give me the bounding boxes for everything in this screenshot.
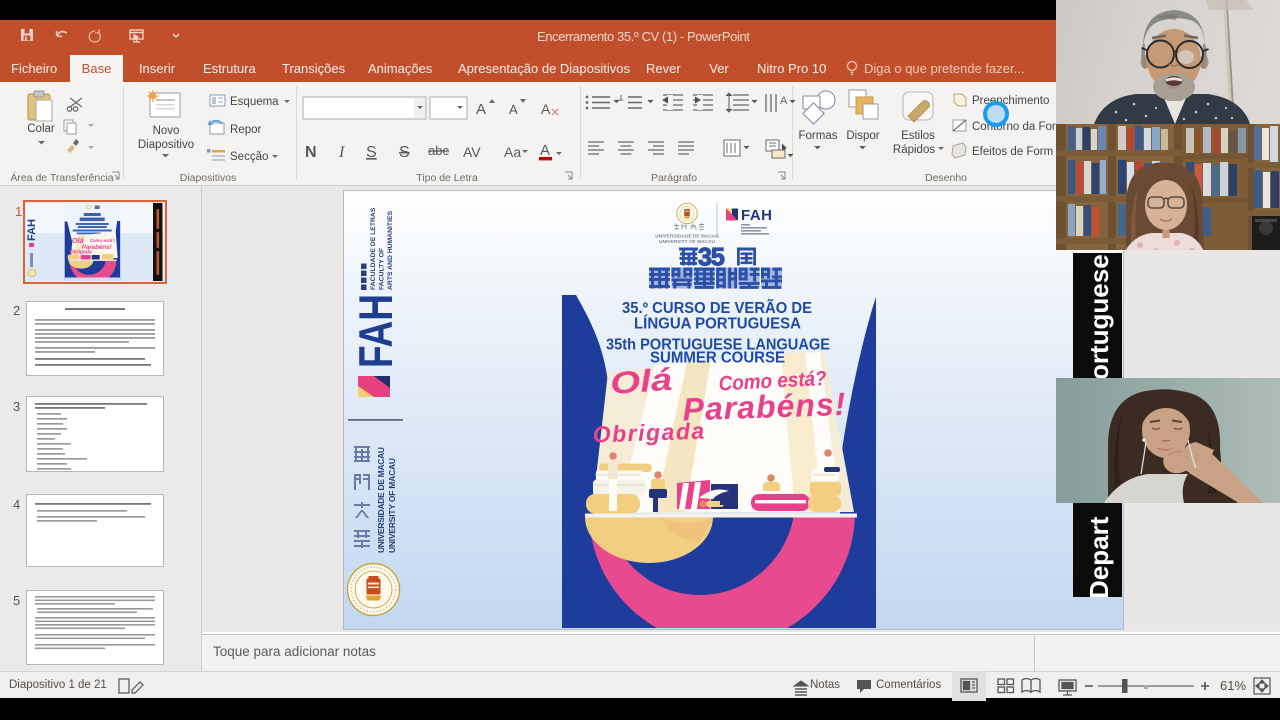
svg-text:I: I [338, 144, 345, 161]
svg-text:S: S [399, 144, 410, 161]
svg-text:FAH: FAH [26, 219, 38, 241]
svg-text:Formas: Formas [799, 130, 838, 142]
svg-text:Secção: Secção [230, 151, 268, 163]
svg-text:S: S [366, 144, 377, 161]
svg-text:Como está?: Como está? [90, 238, 115, 243]
svg-text:FAH: FAH [349, 294, 402, 368]
svg-text:35.º CURSO DE VERÃO DE: 35.º CURSO DE VERÃO DE [622, 299, 812, 317]
svg-text:Área de Transferência: Área de Transferência [10, 171, 113, 184]
svg-text:Esquema: Esquema [230, 96, 279, 108]
svg-text:A: A [509, 102, 518, 117]
svg-text:Aa: Aa [504, 144, 521, 160]
svg-text:Contorno da For: Contorno da For [972, 121, 1056, 133]
svg-text:35: 35 [698, 244, 725, 272]
svg-text:A: A [780, 95, 788, 107]
svg-text:Preenchimento: Preenchimento [972, 95, 1049, 107]
svg-text:LÍNGUA PORTUGUESA: LÍNGUA PORTUGUESA [634, 316, 801, 333]
svg-text:Tipo de Letra: Tipo de Letra [416, 172, 478, 184]
svg-text:Estilos: Estilos [901, 130, 935, 142]
svg-text:Dispor: Dispor [846, 130, 879, 142]
svg-text:AV: AV [463, 144, 481, 160]
svg-text:FACULDADE DE LETRAS: FACULDADE DE LETRAS [370, 207, 377, 290]
svg-text:5: 5 [13, 593, 20, 608]
svg-text:Repor: Repor [230, 124, 261, 136]
svg-text:1: 1 [15, 204, 22, 219]
svg-text:A: A [540, 142, 550, 159]
svg-text:3: 3 [13, 399, 20, 414]
svg-text:Obrigada: Obrigada [592, 418, 706, 448]
svg-text:Colar: Colar [27, 123, 55, 135]
svg-text:Rápidos: Rápidos [893, 144, 935, 156]
svg-text:2: 2 [13, 303, 20, 318]
svg-text:UNIVERSITY OF MACAU: UNIVERSITY OF MACAU [387, 458, 397, 553]
svg-text:Diapositivo: Diapositivo [138, 139, 194, 151]
svg-text:A: A [476, 101, 486, 118]
svg-text:Parágrafo: Parágrafo [651, 172, 697, 184]
svg-text:Diapositivos: Diapositivos [180, 172, 237, 184]
svg-text:Desenho: Desenho [925, 172, 967, 184]
svg-text:A: A [541, 101, 551, 117]
svg-text:N: N [305, 144, 317, 161]
svg-text:Parabéns!: Parabéns! [682, 386, 847, 428]
svg-text:abc: abc [428, 143, 449, 158]
svg-text:ARTS AND HUMANITIES: ARTS AND HUMANITIES [387, 210, 394, 290]
svg-text:FAH: FAH [741, 207, 773, 224]
svg-text:Efeitos de Form: Efeitos de Form [972, 146, 1053, 158]
svg-text:Novo: Novo [153, 125, 180, 137]
svg-text:Olá: Olá [609, 362, 673, 401]
svg-text:UNIVERSIDADE DE MACAU: UNIVERSIDADE DE MACAU [376, 447, 386, 553]
svg-text:FACULTY OF: FACULTY OF [379, 248, 386, 290]
svg-text:UNIVERSIDADE DE MACAU: UNIVERSIDADE DE MACAU [655, 234, 719, 240]
svg-text:4: 4 [13, 497, 20, 512]
